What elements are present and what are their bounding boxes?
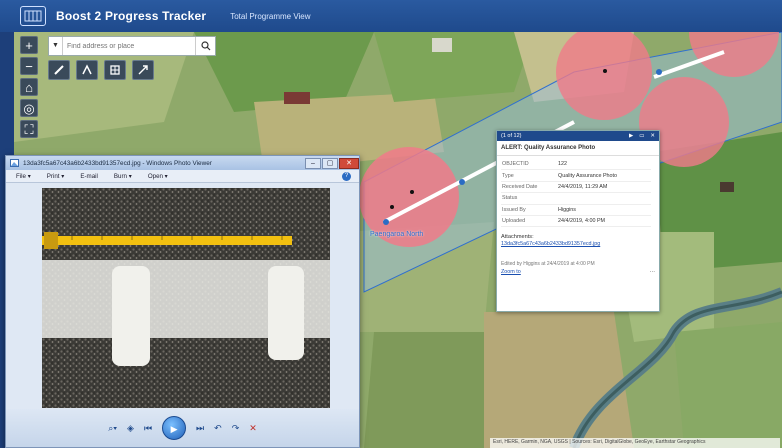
help-icon[interactable]: ?	[342, 171, 351, 181]
rotate-right-icon[interactable]: ↷	[232, 423, 240, 434]
rotate-left-icon[interactable]: ↶	[214, 423, 222, 434]
attribute-row: Uploaded 24/4/2019, 4:00 PM	[501, 215, 651, 228]
window-title: 13da3fc5a67c43a6b2433bd91357ecd.jpg - Wi…	[23, 159, 212, 167]
edit-tool-button[interactable]	[48, 60, 70, 80]
menu-burn[interactable]: Burn ▾	[114, 173, 132, 180]
close-window-button[interactable]: ✕	[339, 157, 359, 169]
feature-popup: (1 of 12) ▶ ▭ ✕ ALERT: Quality Assurance…	[496, 130, 660, 312]
basemap-tool-button[interactable]	[104, 60, 126, 80]
map-attribution: Esri, HERE, Garmin, NGA, USGS | Sources:…	[490, 438, 780, 448]
viewer-controls: ⌕▾ ◈ ⏮ ▶ ⏭ ↶ ↷ ✕	[6, 409, 359, 447]
edited-by-text: Edited by Higgins at 24/4/2019 at 4:00 P…	[501, 261, 595, 268]
next-feature-icon[interactable]: ▶	[629, 133, 633, 139]
locate-icon[interactable]: ◎	[20, 99, 38, 117]
window-titlebar: 13da3fc5a67c43a6b2433bd91357ecd.jpg - Wi…	[6, 156, 359, 170]
menu-open[interactable]: Open ▾	[148, 173, 168, 180]
attachments-label: Attachments:	[501, 234, 534, 241]
previous-icon[interactable]: ⏮	[144, 423, 152, 434]
layers-tool-button[interactable]	[76, 60, 98, 80]
maximize-button[interactable]: ▢	[322, 157, 338, 169]
map-controls: + − ⌂ ◎ ⛶	[20, 36, 38, 138]
search-icon	[200, 41, 210, 51]
map-search: ▼	[48, 36, 216, 56]
attribute-value	[557, 192, 651, 205]
app-header: Boost 2 Progress Tracker Total Programme…	[0, 0, 782, 32]
attribute-value: 24/4/2019, 4:00 PM	[557, 215, 651, 228]
measure-icon	[138, 65, 148, 75]
zoom-in-button[interactable]: +	[20, 36, 38, 54]
search-input[interactable]	[63, 38, 195, 54]
grid-icon	[110, 65, 120, 75]
app-logo-icon	[20, 6, 46, 26]
slideshow-icon[interactable]: ▶	[162, 416, 187, 440]
menu-file[interactable]: File ▾	[16, 173, 31, 180]
app-title: Boost 2 Progress Tracker	[56, 9, 207, 23]
search-button[interactable]	[195, 37, 215, 55]
attribute-row: Received Date 24/4/2019, 11:29 AM	[501, 181, 651, 194]
attribute-value: 122	[557, 159, 651, 171]
zoom-icon[interactable]: ⌕▾	[108, 423, 117, 434]
photo-viewer-window: 13da3fc5a67c43a6b2433bd91357ecd.jpg - Wi…	[5, 155, 360, 448]
attribute-value: 24/4/2019, 11:29 AM	[557, 181, 651, 194]
zoom-out-button[interactable]: −	[20, 57, 38, 75]
dock-icon[interactable]: ▭	[639, 133, 644, 139]
actual-size-icon[interactable]: ◈	[127, 423, 134, 434]
attribute-value: Higgins	[557, 204, 651, 216]
attribute-row: Issued By Higgins	[501, 204, 651, 216]
attribute-key: Issued By	[501, 204, 557, 216]
app-root: Boost 2 Progress Tracker Total Programme…	[0, 0, 782, 448]
image-file-icon	[10, 159, 19, 167]
menu-email[interactable]: E-mail	[80, 173, 98, 180]
attribute-row: OBJECTID 122	[501, 159, 651, 171]
next-icon[interactable]: ⏭	[196, 423, 204, 434]
attribute-key: OBJECTID	[501, 159, 557, 171]
attribute-key: Received Date	[501, 181, 557, 194]
attachment-link[interactable]: 13da3fc5a67c43a6b2433bd91357ecd.jpg	[501, 241, 655, 247]
area-label: Paengaroa North	[370, 231, 424, 238]
attribute-key: Status	[501, 192, 557, 205]
measure-tool-button[interactable]	[132, 60, 154, 80]
popup-counter: (1 of 12)	[501, 133, 522, 139]
attribute-key: Type	[501, 169, 557, 182]
fullscreen-icon[interactable]: ⛶	[20, 120, 38, 138]
minimize-button[interactable]: –	[305, 157, 321, 169]
pencil-icon	[54, 65, 64, 75]
attribute-key: Uploaded	[501, 215, 557, 228]
delete-icon[interactable]: ✕	[249, 423, 257, 434]
app-subtitle[interactable]: Total Programme View	[230, 12, 310, 21]
popup-attributes: OBJECTID 122 Type Quality Assurance Photo …	[501, 159, 651, 228]
layers-icon	[82, 64, 92, 75]
search-source-dropdown[interactable]: ▼	[49, 37, 63, 55]
popup-title: ALERT: Quality Assurance Photo	[497, 141, 659, 156]
zoom-to-link[interactable]: Zoom to	[501, 269, 521, 275]
close-icon[interactable]: ✕	[650, 133, 655, 139]
attribute-row: Status	[501, 192, 651, 205]
attribute-row: Type Quality Assurance Photo	[501, 169, 651, 182]
attribute-value: Quality Assurance Photo	[557, 169, 651, 182]
map-toolbar	[48, 60, 154, 80]
menu-print[interactable]: Print ▾	[47, 173, 65, 180]
home-icon[interactable]: ⌂	[20, 78, 38, 96]
popup-footer: Zoom to ···	[501, 269, 655, 275]
popup-header: (1 of 12) ▶ ▭ ✕	[497, 131, 659, 141]
viewer-menubar: File ▾ Print ▾ E-mail Burn ▾ Open ▾ ?	[6, 170, 359, 183]
road-photo	[42, 188, 330, 408]
more-actions-button[interactable]: ···	[650, 269, 655, 275]
